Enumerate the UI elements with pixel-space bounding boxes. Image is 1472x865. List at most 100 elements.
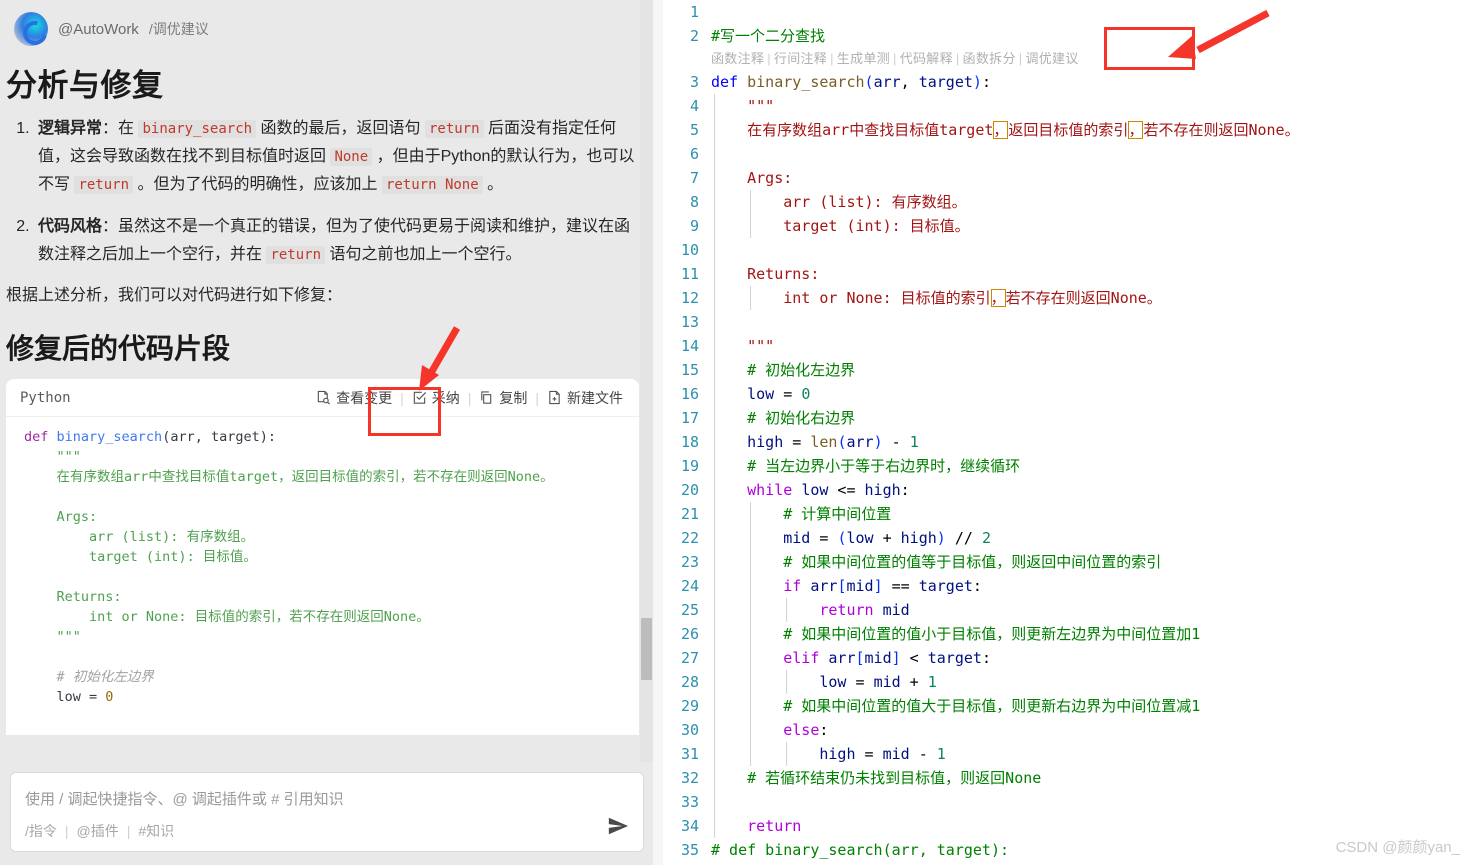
- accept-check-icon: [412, 390, 427, 405]
- indent-guide: [714, 574, 715, 598]
- editor-token: =: [783, 433, 811, 451]
- editor-line-content: # 计算中间位置: [711, 502, 1472, 526]
- editor-line[interactable]: 3 def binary_search(arr, target):: [663, 70, 1472, 94]
- editor-token: ]: [873, 577, 883, 595]
- code-lens-item-5[interactable]: 调优建议: [1025, 51, 1078, 66]
- line-number: 28: [680, 673, 699, 691]
- editor-line[interactable]: 5 在有序数组arr中查找目标值target，返回目标值的索引，若不存在则返回N…: [663, 118, 1472, 142]
- editor-token: arr: [873, 73, 901, 91]
- line-number: 24: [680, 577, 699, 595]
- editor-line[interactable]: 15 # 初始化左边界: [663, 358, 1472, 382]
- panel-divider[interactable]: [653, 0, 663, 865]
- editor-line[interactable]: 21 # 计算中间位置: [663, 502, 1472, 526]
- copy-button[interactable]: 复制: [473, 385, 533, 411]
- code-lens-item-1[interactable]: 行间注释: [774, 51, 827, 66]
- editor-token: :: [981, 649, 991, 667]
- editor-line[interactable]: 32 # 若循环结束仍未找到目标值，则返回None: [663, 766, 1472, 790]
- left-panel-scrollbar-thumb[interactable]: [641, 618, 652, 680]
- editor-token: target: [927, 649, 982, 667]
- analysis-item-label: 代码风格: [38, 218, 103, 235]
- code-token: (arr, target):: [162, 429, 276, 445]
- editor-line[interactable]: 7 Args:: [663, 166, 1472, 190]
- editor-line[interactable]: 26 # 如果中间位置的值小于目标值，则更新左边界为中间位置加1: [663, 622, 1472, 646]
- editor-token: [711, 529, 783, 547]
- new-file-button[interactable]: 新建文件: [541, 385, 629, 411]
- editor-line[interactable]: 22 mid = (low + high) // 2: [663, 526, 1472, 550]
- editor-line[interactable]: 17 # 初始化右边界: [663, 406, 1472, 430]
- editor-token: +: [873, 529, 901, 547]
- view-changes-button[interactable]: 查看变更: [310, 385, 398, 411]
- editor-line[interactable]: 8 arr (list): 有序数组。: [663, 190, 1472, 214]
- editor-line-content: def binary_search(arr, target):: [711, 70, 1472, 94]
- editor-line[interactable]: 4 """: [663, 94, 1472, 118]
- code-lens-item-0[interactable]: 函数注释: [711, 51, 764, 66]
- chat-message-header: @AutoWork /调优建议: [0, 0, 653, 46]
- line-number: 32: [680, 769, 699, 787]
- code-editor-panel[interactable]: 1 2#写一个二分查找0函数注释|行间注释|生成单测|代码解释|函数拆分|调优建…: [663, 0, 1472, 865]
- editor-line[interactable]: 11 Returns:: [663, 262, 1472, 286]
- editor-line[interactable]: 20 while low <= high:: [663, 478, 1472, 502]
- editor-line[interactable]: 13: [663, 310, 1472, 334]
- composer-chip[interactable]: #知识: [138, 821, 174, 841]
- editor-line[interactable]: 12 int or None: 目标值的索引，若不存在则返回None。: [663, 286, 1472, 310]
- editor-line-content: target (int): 目标值。: [711, 214, 1472, 238]
- editor-line[interactable]: 10: [663, 238, 1472, 262]
- editor-line[interactable]: 30 else:: [663, 718, 1472, 742]
- editor-line[interactable]: 6: [663, 142, 1472, 166]
- editor-token: 2: [981, 529, 991, 547]
- code-card: Python 查看变更 | 采纳 | 复制 | 新建文件 def binary_…: [6, 379, 639, 735]
- editor-line[interactable]: 29 # 如果中间位置的值大于目标值，则更新右边界为中间位置减1: [663, 694, 1472, 718]
- editor-line[interactable]: 33: [663, 790, 1472, 814]
- composer-chip[interactable]: @插件: [77, 821, 119, 841]
- code-lens-item-4[interactable]: 函数拆分: [963, 51, 1016, 66]
- editor-line[interactable]: 1: [663, 0, 1472, 24]
- line-number: 16: [680, 385, 699, 403]
- code-lens-item-3[interactable]: 代码解释: [900, 51, 953, 66]
- editor-line[interactable]: 23 # 如果中间位置的值等于目标值，则返回中间位置的索引: [663, 550, 1472, 574]
- send-paper-plane-icon[interactable]: [607, 815, 629, 837]
- editor-line[interactable]: 34 return: [663, 814, 1472, 838]
- line-number: 3: [689, 73, 699, 91]
- code-lens-item-2[interactable]: 生成单测: [837, 51, 890, 66]
- indent-guide: [750, 286, 751, 310]
- indent-guide: [714, 526, 715, 550]
- editor-line-content: # 当左边界小于等于右边界时，继续循环: [711, 454, 1472, 478]
- editor-token: [711, 745, 819, 763]
- editor-token: #写一个二分查找: [711, 27, 826, 45]
- editor-line[interactable]: 25 return mid: [663, 598, 1472, 622]
- editor-token: =: [846, 673, 874, 691]
- composer-chip[interactable]: /指令: [25, 821, 57, 841]
- editor-token: [: [855, 649, 865, 667]
- code-lens-separator: |: [767, 51, 771, 66]
- line-number: 20: [680, 481, 699, 499]
- editor-line[interactable]: 14 """: [663, 334, 1472, 358]
- editor-line[interactable]: 18 high = len(arr) - 1: [663, 430, 1472, 454]
- editor-token: # 初始化右边界: [711, 409, 856, 427]
- chat-composer[interactable]: 使用 / 调起快捷指令、@ 调起插件或 # 引用知识 /指令 | @插件 | #知识: [10, 772, 644, 852]
- editor-token: ,: [900, 73, 919, 91]
- inline-code: return: [424, 120, 484, 138]
- editor-line[interactable]: 2 #写一个二分查找: [663, 24, 1472, 48]
- editor-token: [711, 817, 747, 835]
- editor-token: :: [981, 73, 991, 91]
- editor-line[interactable]: 31 high = mid - 1: [663, 742, 1472, 766]
- editor-token: ]: [891, 649, 901, 667]
- editor-token: # 当左边界小于等于右边界时，继续循环: [711, 457, 1021, 475]
- line-number: 35: [680, 841, 699, 859]
- editor-line[interactable]: 16 low = 0: [663, 382, 1472, 406]
- accept-button[interactable]: 采纳: [406, 385, 466, 411]
- editor-line-content: # 初始化左边界: [711, 358, 1472, 382]
- editor-token: [711, 673, 819, 691]
- editor-line[interactable]: 28 low = mid + 1: [663, 670, 1472, 694]
- assistant-handle: @AutoWork: [58, 20, 139, 38]
- editor-line[interactable]: 9 target (int): 目标值。: [663, 214, 1472, 238]
- code-token: arr (list): 有序数组。: [89, 529, 255, 545]
- editor-line[interactable]: 24 if arr[mid] == target:: [663, 574, 1472, 598]
- analysis-item: 代码风格：虽然这不是一个真正的错误，但为了使代码更易于阅读和维护，建议在函数注释…: [34, 213, 639, 269]
- editor-line[interactable]: 19 # 当左边界小于等于右边界时，继续循环: [663, 454, 1472, 478]
- editor-line[interactable]: 27 elif arr[mid] < target:: [663, 646, 1472, 670]
